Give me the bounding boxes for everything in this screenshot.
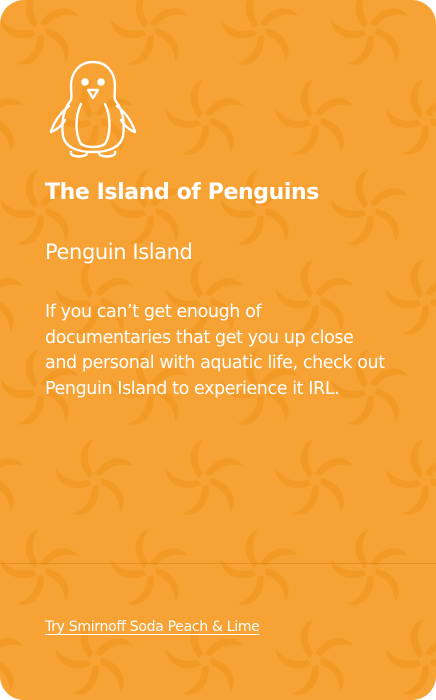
card-description: If you can’t get enough of documentaries… [45,302,385,399]
divider [0,563,436,564]
cta-link[interactable]: Try Smirnoff Soda Peach & Lime [45,619,260,635]
card-subtitle: Penguin Island [45,240,193,264]
card-title: The Island of Penguins [45,180,319,205]
penguin-icon [49,60,137,158]
info-card: The Island of Penguins Penguin Island If… [0,0,436,700]
